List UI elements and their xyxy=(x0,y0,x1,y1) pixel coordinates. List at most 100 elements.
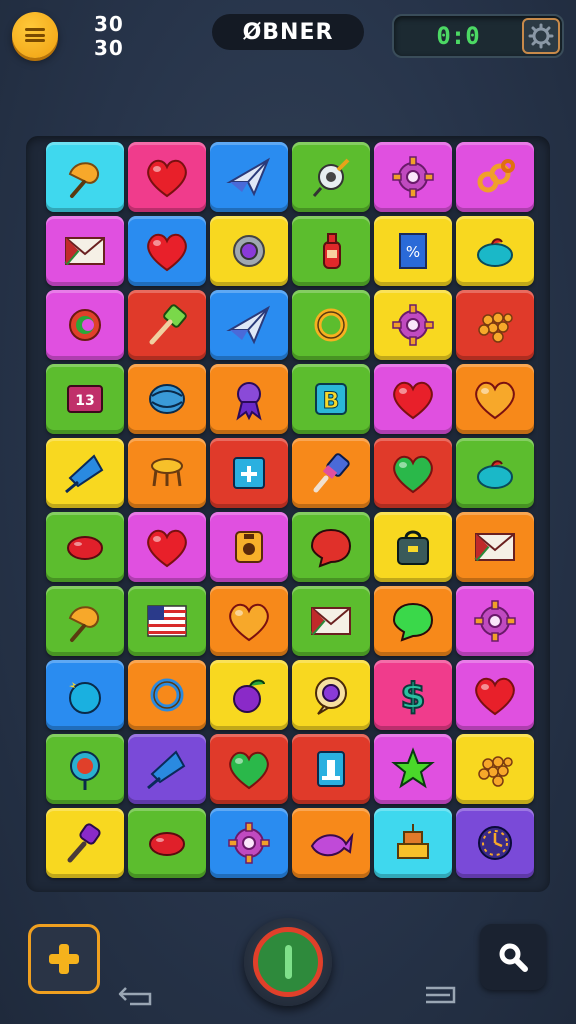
board-tile[interactable] xyxy=(456,512,534,582)
cycle-icon xyxy=(69,309,101,341)
chat-bubble-icon xyxy=(392,602,434,642)
board-tile[interactable] xyxy=(210,512,288,582)
board-tile[interactable] xyxy=(46,808,124,878)
board-tile[interactable] xyxy=(128,512,206,582)
board-tile[interactable] xyxy=(210,734,288,804)
recent-apps-icon[interactable] xyxy=(424,984,458,1006)
plus-icon xyxy=(49,944,79,974)
board-tile[interactable] xyxy=(456,438,534,508)
search-icon xyxy=(499,943,528,972)
game-board: % 13 B $ xyxy=(26,136,550,892)
board-tile[interactable] xyxy=(292,512,370,582)
board-tile[interactable]: B xyxy=(292,364,370,434)
menu-button[interactable] xyxy=(12,12,58,58)
board-tile[interactable] xyxy=(46,512,124,582)
board-tile[interactable] xyxy=(456,586,534,656)
document-plus-icon xyxy=(233,457,265,489)
hammer-icon xyxy=(149,304,187,345)
board-tile[interactable] xyxy=(456,364,534,434)
board-tile[interactable] xyxy=(292,586,370,656)
board-tile[interactable] xyxy=(456,216,534,286)
board-tile[interactable] xyxy=(128,290,206,360)
gear-icon xyxy=(474,600,516,642)
ribbon-icon xyxy=(236,382,262,421)
settings-button[interactable] xyxy=(522,18,560,54)
board-tile[interactable] xyxy=(292,142,370,212)
heart-icon xyxy=(475,381,515,420)
board-tile[interactable] xyxy=(46,438,124,508)
cake-icon xyxy=(397,824,429,859)
board-tile[interactable] xyxy=(46,216,124,286)
bean-icon xyxy=(149,832,185,856)
board-tile[interactable] xyxy=(128,142,206,212)
board-tile[interactable] xyxy=(210,808,288,878)
board-tile[interactable] xyxy=(46,734,124,804)
power-icon xyxy=(253,927,323,997)
board-tile[interactable] xyxy=(210,216,288,286)
board-tile[interactable] xyxy=(46,142,124,212)
board-tile[interactable] xyxy=(292,216,370,286)
board-tile[interactable] xyxy=(456,734,534,804)
timer-display: 0:0 xyxy=(436,22,480,50)
board-tile[interactable] xyxy=(456,808,534,878)
heart-icon xyxy=(229,751,269,790)
envelope-icon xyxy=(474,533,515,562)
board-tile[interactable]: 13 xyxy=(46,364,124,434)
board-tile[interactable] xyxy=(46,586,124,656)
power-button[interactable] xyxy=(244,918,332,1006)
flag-icon xyxy=(147,605,187,637)
board-tile[interactable] xyxy=(374,142,452,212)
board-tile[interactable] xyxy=(128,734,206,804)
board-tile[interactable] xyxy=(210,586,288,656)
kite-icon xyxy=(65,454,104,494)
board-tile[interactable] xyxy=(210,290,288,360)
board-tile[interactable] xyxy=(374,438,452,508)
board-tile[interactable] xyxy=(374,734,452,804)
grapes-icon xyxy=(478,312,513,343)
board-tile[interactable] xyxy=(128,808,206,878)
board-tile[interactable] xyxy=(210,142,288,212)
board-tile[interactable] xyxy=(210,660,288,730)
board-tile[interactable] xyxy=(128,216,206,286)
board-tile[interactable] xyxy=(128,586,206,656)
board-tile[interactable] xyxy=(374,586,452,656)
board-tile[interactable] xyxy=(456,660,534,730)
board-tile[interactable] xyxy=(292,808,370,878)
board-tile[interactable] xyxy=(128,364,206,434)
board-tile[interactable] xyxy=(292,438,370,508)
search-button[interactable] xyxy=(480,924,546,990)
board-tile[interactable] xyxy=(210,364,288,434)
board-tile[interactable] xyxy=(374,512,452,582)
board-tile[interactable] xyxy=(456,290,534,360)
board-tile[interactable] xyxy=(374,290,452,360)
board-tile[interactable]: $ xyxy=(374,660,452,730)
board-tile[interactable] xyxy=(128,660,206,730)
board-tile[interactable] xyxy=(292,660,370,730)
ring-icon xyxy=(314,308,348,342)
camera-icon xyxy=(235,531,263,563)
clock-icon xyxy=(478,826,512,860)
board-tile[interactable] xyxy=(128,438,206,508)
hamburger-icon xyxy=(25,28,45,42)
back-icon[interactable] xyxy=(118,984,154,1006)
board-tile[interactable] xyxy=(210,438,288,508)
tile-grid: % 13 B $ xyxy=(46,142,534,878)
board-tile[interactable] xyxy=(292,734,370,804)
heart-icon xyxy=(147,233,187,272)
board-tile[interactable] xyxy=(374,364,452,434)
board-tile[interactable] xyxy=(456,142,534,212)
svg-text:%: % xyxy=(406,243,420,261)
board-tile[interactable] xyxy=(46,290,124,360)
bean-icon xyxy=(67,536,103,560)
bag-icon xyxy=(397,530,429,565)
brush-icon xyxy=(313,453,350,493)
counter-bottom: 30 xyxy=(94,36,124,60)
board-tile[interactable]: % xyxy=(374,216,452,286)
add-button[interactable] xyxy=(28,924,100,994)
board-tile[interactable] xyxy=(292,290,370,360)
board-tile[interactable] xyxy=(374,808,452,878)
gear-icon xyxy=(392,156,434,198)
board-tile[interactable] xyxy=(46,660,124,730)
grapes-icon xyxy=(478,756,513,787)
settings-icon xyxy=(528,23,554,49)
